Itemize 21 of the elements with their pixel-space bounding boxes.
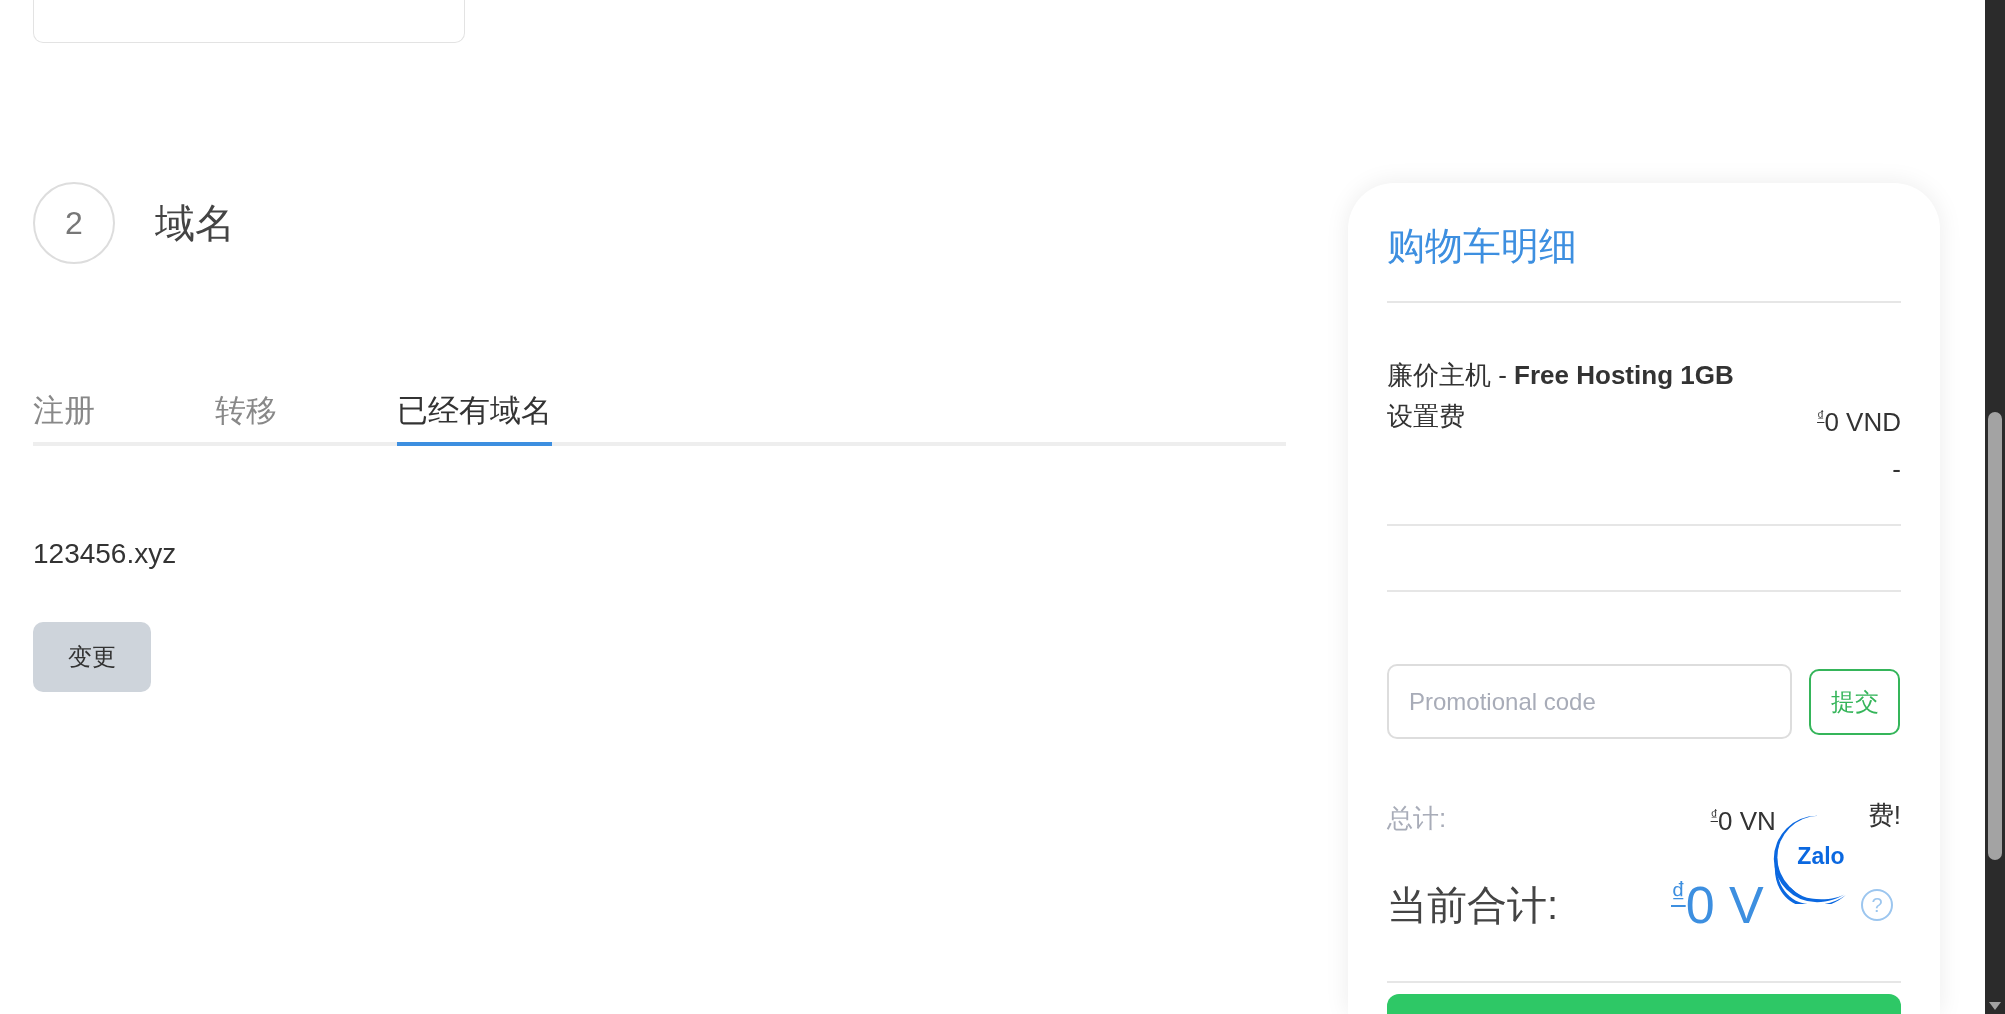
domain-tab[interactable]: 转移 bbox=[215, 390, 277, 446]
domain-tab[interactable]: 注册 bbox=[33, 390, 95, 446]
setup-fee-price: $^{₫}$0 VND bbox=[1817, 406, 1901, 439]
cart-item: 廉价主机 - Free Hosting 1GB bbox=[1387, 359, 1735, 392]
scrollbar-thumb[interactable] bbox=[1988, 412, 2002, 860]
submit-button[interactable]: 提交 bbox=[1809, 668, 1900, 735]
setup-fee-label: 设置费 bbox=[1387, 400, 1465, 433]
setup-fee-note: - bbox=[1892, 454, 1901, 484]
total-label: 总计: bbox=[1387, 802, 1447, 835]
domain-name: 123456.xyz bbox=[33, 538, 178, 570]
step-number: 2 bbox=[33, 182, 115, 264]
current-total-label: 当前合计: bbox=[1387, 881, 1559, 929]
promo-code-field[interactable]: Promotional code bbox=[1387, 664, 1792, 739]
cart-title: 购物车明细 bbox=[1387, 224, 1578, 269]
scroll-down-icon[interactable] bbox=[1988, 1001, 2002, 1011]
total-note: 费! bbox=[1867, 799, 1901, 832]
section-title: 域名 bbox=[155, 199, 235, 247]
help-icon[interactable]: ? bbox=[1861, 889, 1893, 921]
change-button[interactable]: 变更 bbox=[33, 622, 151, 692]
current-total-price: $^{₫}$0 V bbox=[1671, 875, 1765, 935]
domain-tab[interactable]: 已经有域名 bbox=[397, 390, 552, 446]
